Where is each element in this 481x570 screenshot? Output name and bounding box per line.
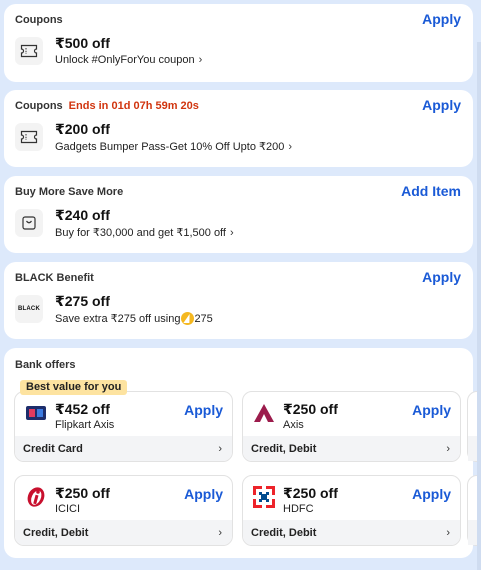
offer-heading: Buy More Save More [15, 186, 124, 198]
icici-logo-icon [25, 486, 47, 508]
offer-description-link[interactable]: Gadgets Bumper Pass-Get 10% Off Upto ₹20… [55, 140, 293, 154]
add-item-button[interactable]: Add Item [401, 183, 461, 199]
supercoin-icon [181, 312, 195, 325]
offer-amount: ₹500 off [55, 35, 110, 51]
shopping-bag-icon [15, 209, 43, 237]
chevron-right-icon: › [229, 226, 234, 239]
bank-offer-amount: ₹250 off [283, 485, 338, 501]
chevron-right-icon: › [218, 442, 222, 455]
next-offer-peek[interactable] [467, 391, 477, 462]
card-type-row[interactable]: Credit, Debit › [15, 520, 232, 545]
flipkart-axis-card-icon [25, 402, 47, 424]
bank-name: HDFC [283, 503, 314, 515]
expiry-timer: Ends in 01d 07h 59m 20s [68, 100, 199, 112]
card-type: Credit, Debit [251, 442, 317, 455]
offer-amount: ₹200 off [55, 121, 110, 137]
apply-button[interactable]: Apply [422, 97, 461, 113]
coupon-ticket-icon [15, 37, 43, 65]
card-type: Credit, Debit [23, 526, 89, 539]
bank-offer-flipkart-axis[interactable]: ₹452 off Flipkart Axis Apply Credit Card… [14, 391, 233, 462]
section-heading: Bank offers [15, 359, 76, 371]
bank-offer-axis[interactable]: ₹250 off Axis Apply Credit, Debit › [242, 391, 461, 462]
black-benefit-card[interactable]: BLACK Benefit Apply BLACK ₹275 off Save … [4, 262, 473, 339]
chevron-right-icon: › [446, 526, 450, 539]
offer-heading: BLACK Benefit [15, 272, 94, 284]
chevron-right-icon: › [446, 442, 450, 455]
bank-offer-hdfc[interactable]: ₹250 off HDFC Apply Credit, Debit › [242, 475, 461, 546]
offer-heading: Coupons [15, 14, 63, 26]
hdfc-logo-icon [253, 486, 275, 508]
chevron-right-icon: › [288, 140, 293, 153]
offer-amount: ₹240 off [55, 207, 110, 223]
offer-description-link[interactable]: Unlock #OnlyForYou coupon › [55, 54, 202, 66]
bank-offer-amount: ₹250 off [55, 485, 110, 501]
bank-offer-icici[interactable]: ₹250 off ICICI Apply Credit, Debit › [14, 475, 233, 546]
apply-button[interactable]: Apply [184, 486, 223, 502]
bank-offer-amount: ₹452 off [55, 401, 110, 417]
apply-button[interactable]: Apply [412, 486, 451, 502]
offers-page: Coupons Apply ₹500 off Unlock #OnlyForYo… [0, 0, 481, 570]
offer-heading: Coupons [15, 100, 63, 112]
best-value-badge: Best value for you [20, 380, 128, 395]
apply-button[interactable]: Apply [184, 402, 223, 418]
scroll-rail[interactable] [477, 42, 481, 570]
apply-button[interactable]: Apply [412, 402, 451, 418]
offer-amount: ₹275 off [55, 293, 110, 309]
chevron-right-icon: › [218, 526, 222, 539]
apply-button[interactable]: Apply [422, 269, 461, 285]
bank-name: Axis [283, 419, 304, 431]
card-type-row[interactable]: Credit Card › [15, 436, 232, 461]
card-type-row[interactable]: Credit, Debit › [243, 520, 460, 545]
black-logo: BLACK [15, 295, 43, 323]
offer-description-link[interactable]: Buy for ₹30,000 and get ₹1,500 off › [55, 226, 234, 240]
offer-description: Save extra ₹275 off using 275 [55, 312, 213, 325]
bank-name: ICICI [55, 503, 81, 515]
coupon-offer-card-1[interactable]: Coupons Apply ₹500 off Unlock #OnlyForYo… [4, 4, 473, 82]
card-type-row[interactable]: Credit, Debit › [243, 436, 460, 461]
bank-offer-amount: ₹250 off [283, 401, 338, 417]
coupon-offer-card-2[interactable]: Coupons Ends in 01d 07h 59m 20s Apply ₹2… [4, 90, 473, 167]
apply-button[interactable]: Apply [422, 11, 461, 27]
next-offer-peek[interactable] [467, 475, 477, 546]
buy-more-save-more-card[interactable]: Buy More Save More Add Item ₹240 off Buy… [4, 176, 473, 253]
card-type: Credit, Debit [251, 526, 317, 539]
offer-description: Unlock #OnlyForYou coupon [55, 54, 195, 66]
offer-description: Buy for ₹30,000 and get ₹1,500 off [55, 227, 226, 239]
chevron-right-icon: › [198, 54, 203, 66]
offer-description: Gadgets Bumper Pass-Get 10% Off Upto ₹20… [55, 141, 285, 153]
card-type: Credit Card [23, 442, 83, 455]
axis-bank-logo-icon [253, 402, 275, 424]
coupon-ticket-icon [15, 123, 43, 151]
bank-name: Flipkart Axis [55, 419, 115, 431]
supercoin-value: 275 [194, 312, 213, 325]
